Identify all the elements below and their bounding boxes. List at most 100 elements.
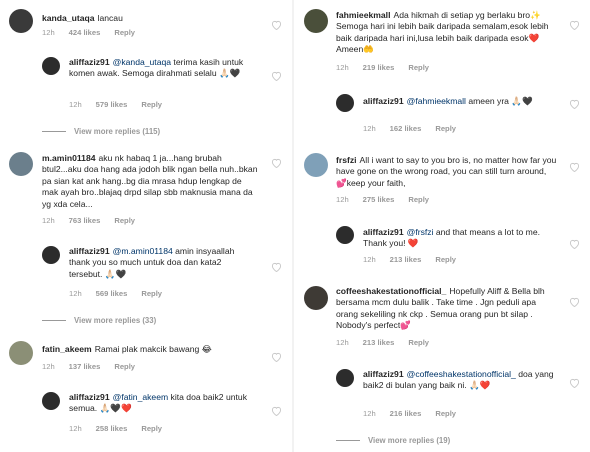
reply-button[interactable]: Reply	[141, 100, 162, 109]
heart-icon[interactable]	[569, 99, 580, 109]
likes-count[interactable]: 213 likes	[390, 255, 422, 264]
likes-count[interactable]: 213 likes	[363, 338, 395, 347]
panel-divider	[292, 0, 294, 452]
avatar[interactable]	[336, 369, 354, 387]
avatar[interactable]	[9, 152, 33, 176]
avatar[interactable]	[9, 341, 33, 365]
username[interactable]: aliffaziz91	[363, 227, 404, 237]
avatar[interactable]	[304, 153, 328, 177]
left-screenshot-panel: kanda_utaqa lancau 12h 424 likes Reply alif…	[0, 0, 290, 452]
timestamp: 12h	[42, 28, 55, 37]
heart-icon[interactable]	[271, 262, 282, 272]
comment-meta: 12h 763 likes Reply	[42, 216, 149, 225]
likes-count[interactable]: 219 likes	[363, 63, 395, 72]
view-more-replies[interactable]: View more replies (115)	[42, 127, 160, 136]
reply-button[interactable]: Reply	[435, 255, 456, 264]
heart-icon[interactable]	[271, 352, 282, 362]
comment-meta: 12h 162 likes Reply	[363, 124, 470, 133]
comment-meta: 12h 569 likes Reply	[69, 289, 176, 298]
likes-count[interactable]: 258 likes	[96, 424, 128, 433]
divider-line	[42, 320, 66, 322]
likes-count[interactable]: 162 likes	[390, 124, 422, 133]
mention-link[interactable]: @fahmieekmall	[407, 96, 466, 106]
likes-count[interactable]: 579 likes	[96, 100, 128, 109]
reply-button[interactable]: Reply	[114, 28, 135, 37]
comment-meta: 12h 216 likes Reply	[363, 409, 470, 418]
comment-text: aliffaziz91 @fatin_akeem kita doa baik2 u…	[69, 392, 247, 414]
comment-text: fatin_akeem Ramai plak makcik bawang 😂	[42, 344, 212, 354]
mention-link[interactable]: @frsfzi	[407, 227, 434, 237]
username[interactable]: aliffaziz91	[363, 96, 404, 106]
likes-count[interactable]: 569 likes	[96, 289, 128, 298]
heart-icon[interactable]	[569, 20, 580, 30]
username[interactable]: aliffaziz91	[69, 246, 110, 256]
comment-meta: 12h 213 likes Reply	[363, 255, 470, 264]
likes-count[interactable]: 275 likes	[363, 195, 395, 204]
likes-count[interactable]: 137 likes	[69, 362, 101, 371]
heart-icon[interactable]	[271, 71, 282, 81]
username[interactable]: frsfzi	[336, 155, 357, 165]
username[interactable]: fahmieekmall	[336, 10, 390, 20]
reply-button[interactable]: Reply	[408, 63, 429, 72]
avatar[interactable]	[42, 246, 60, 264]
comment-meta: 12h 424 likes Reply	[42, 28, 149, 37]
heart-icon[interactable]	[569, 297, 580, 307]
mention-link[interactable]: @m.amin01184	[113, 246, 173, 256]
avatar[interactable]	[42, 392, 60, 410]
right-screenshot-panel: fahmieekmall Ada hikmah di setiap yg berl…	[296, 0, 590, 452]
view-more-replies[interactable]: View more replies (19)	[336, 436, 450, 445]
comment-meta: 12h 579 likes Reply	[69, 100, 176, 109]
avatar[interactable]	[336, 94, 354, 112]
timestamp: 12h	[363, 409, 376, 418]
comment-text: aliffaziz91 @coffeeshakestationofficial_ …	[363, 369, 554, 391]
reply-button[interactable]: Reply	[408, 338, 429, 347]
username[interactable]: aliffaziz91	[69, 57, 110, 67]
comment-meta: 12h 258 likes Reply	[69, 424, 176, 433]
divider-line	[42, 131, 66, 133]
comment-meta: 12h 275 likes Reply	[336, 195, 443, 204]
comment-meta: 12h 219 likes Reply	[336, 63, 443, 72]
heart-icon[interactable]	[569, 162, 580, 172]
avatar[interactable]	[42, 57, 60, 75]
likes-count[interactable]: 763 likes	[69, 216, 101, 225]
timestamp: 12h	[42, 216, 55, 225]
avatar[interactable]	[304, 9, 328, 33]
reply-button[interactable]: Reply	[141, 424, 162, 433]
heart-icon[interactable]	[271, 20, 282, 30]
reply-button[interactable]: Reply	[141, 289, 162, 298]
username[interactable]: coffeeshakestationofficial_	[336, 286, 446, 296]
heart-icon[interactable]	[569, 378, 580, 388]
comment-text: aliffaziz91 @frsfzi and that means a lot …	[363, 227, 541, 249]
avatar[interactable]	[9, 9, 33, 33]
mention-link[interactable]: @kanda_utaqa	[113, 57, 171, 67]
avatar[interactable]	[336, 226, 354, 244]
timestamp: 12h	[42, 362, 55, 371]
comment-text: frsfzi All i want to say to you bro is, n…	[336, 155, 557, 188]
heart-icon[interactable]	[271, 158, 282, 168]
reply-button[interactable]: Reply	[435, 409, 456, 418]
comment-text: aliffaziz91 @kanda_utaqa terima kasih unt…	[69, 57, 244, 79]
username[interactable]: aliffaziz91	[69, 392, 110, 402]
reply-button[interactable]: Reply	[114, 216, 135, 225]
username[interactable]: aliffaziz91	[363, 369, 404, 379]
avatar[interactable]	[304, 286, 328, 310]
view-more-replies[interactable]: View more replies (33)	[42, 316, 156, 325]
likes-count[interactable]: 216 likes	[390, 409, 422, 418]
comment-text: aliffaziz91 @fahmieekmall ameen yra 🙏🏻🖤	[363, 96, 533, 106]
username[interactable]: fatin_akeem	[42, 344, 92, 354]
username[interactable]: m.amin01184	[42, 153, 96, 163]
comment-text: m.amin01184 aku nk habaq 1 ja...hang brub…	[42, 153, 258, 209]
comment-text: kanda_utaqa lancau	[42, 13, 123, 23]
mention-link[interactable]: @coffeeshakestationofficial_	[407, 369, 516, 379]
timestamp: 12h	[336, 338, 349, 347]
heart-icon[interactable]	[569, 239, 580, 249]
mention-link[interactable]: @fatin_akeem	[113, 392, 169, 402]
heart-icon[interactable]	[271, 406, 282, 416]
likes-count[interactable]: 424 likes	[69, 28, 101, 37]
timestamp: 12h	[363, 255, 376, 264]
comment-text: aliffaziz91 @m.amin01184 amin insyaallah …	[69, 246, 235, 279]
reply-button[interactable]: Reply	[435, 124, 456, 133]
username[interactable]: kanda_utaqa	[42, 13, 95, 23]
reply-button[interactable]: Reply	[408, 195, 429, 204]
reply-button[interactable]: Reply	[114, 362, 135, 371]
